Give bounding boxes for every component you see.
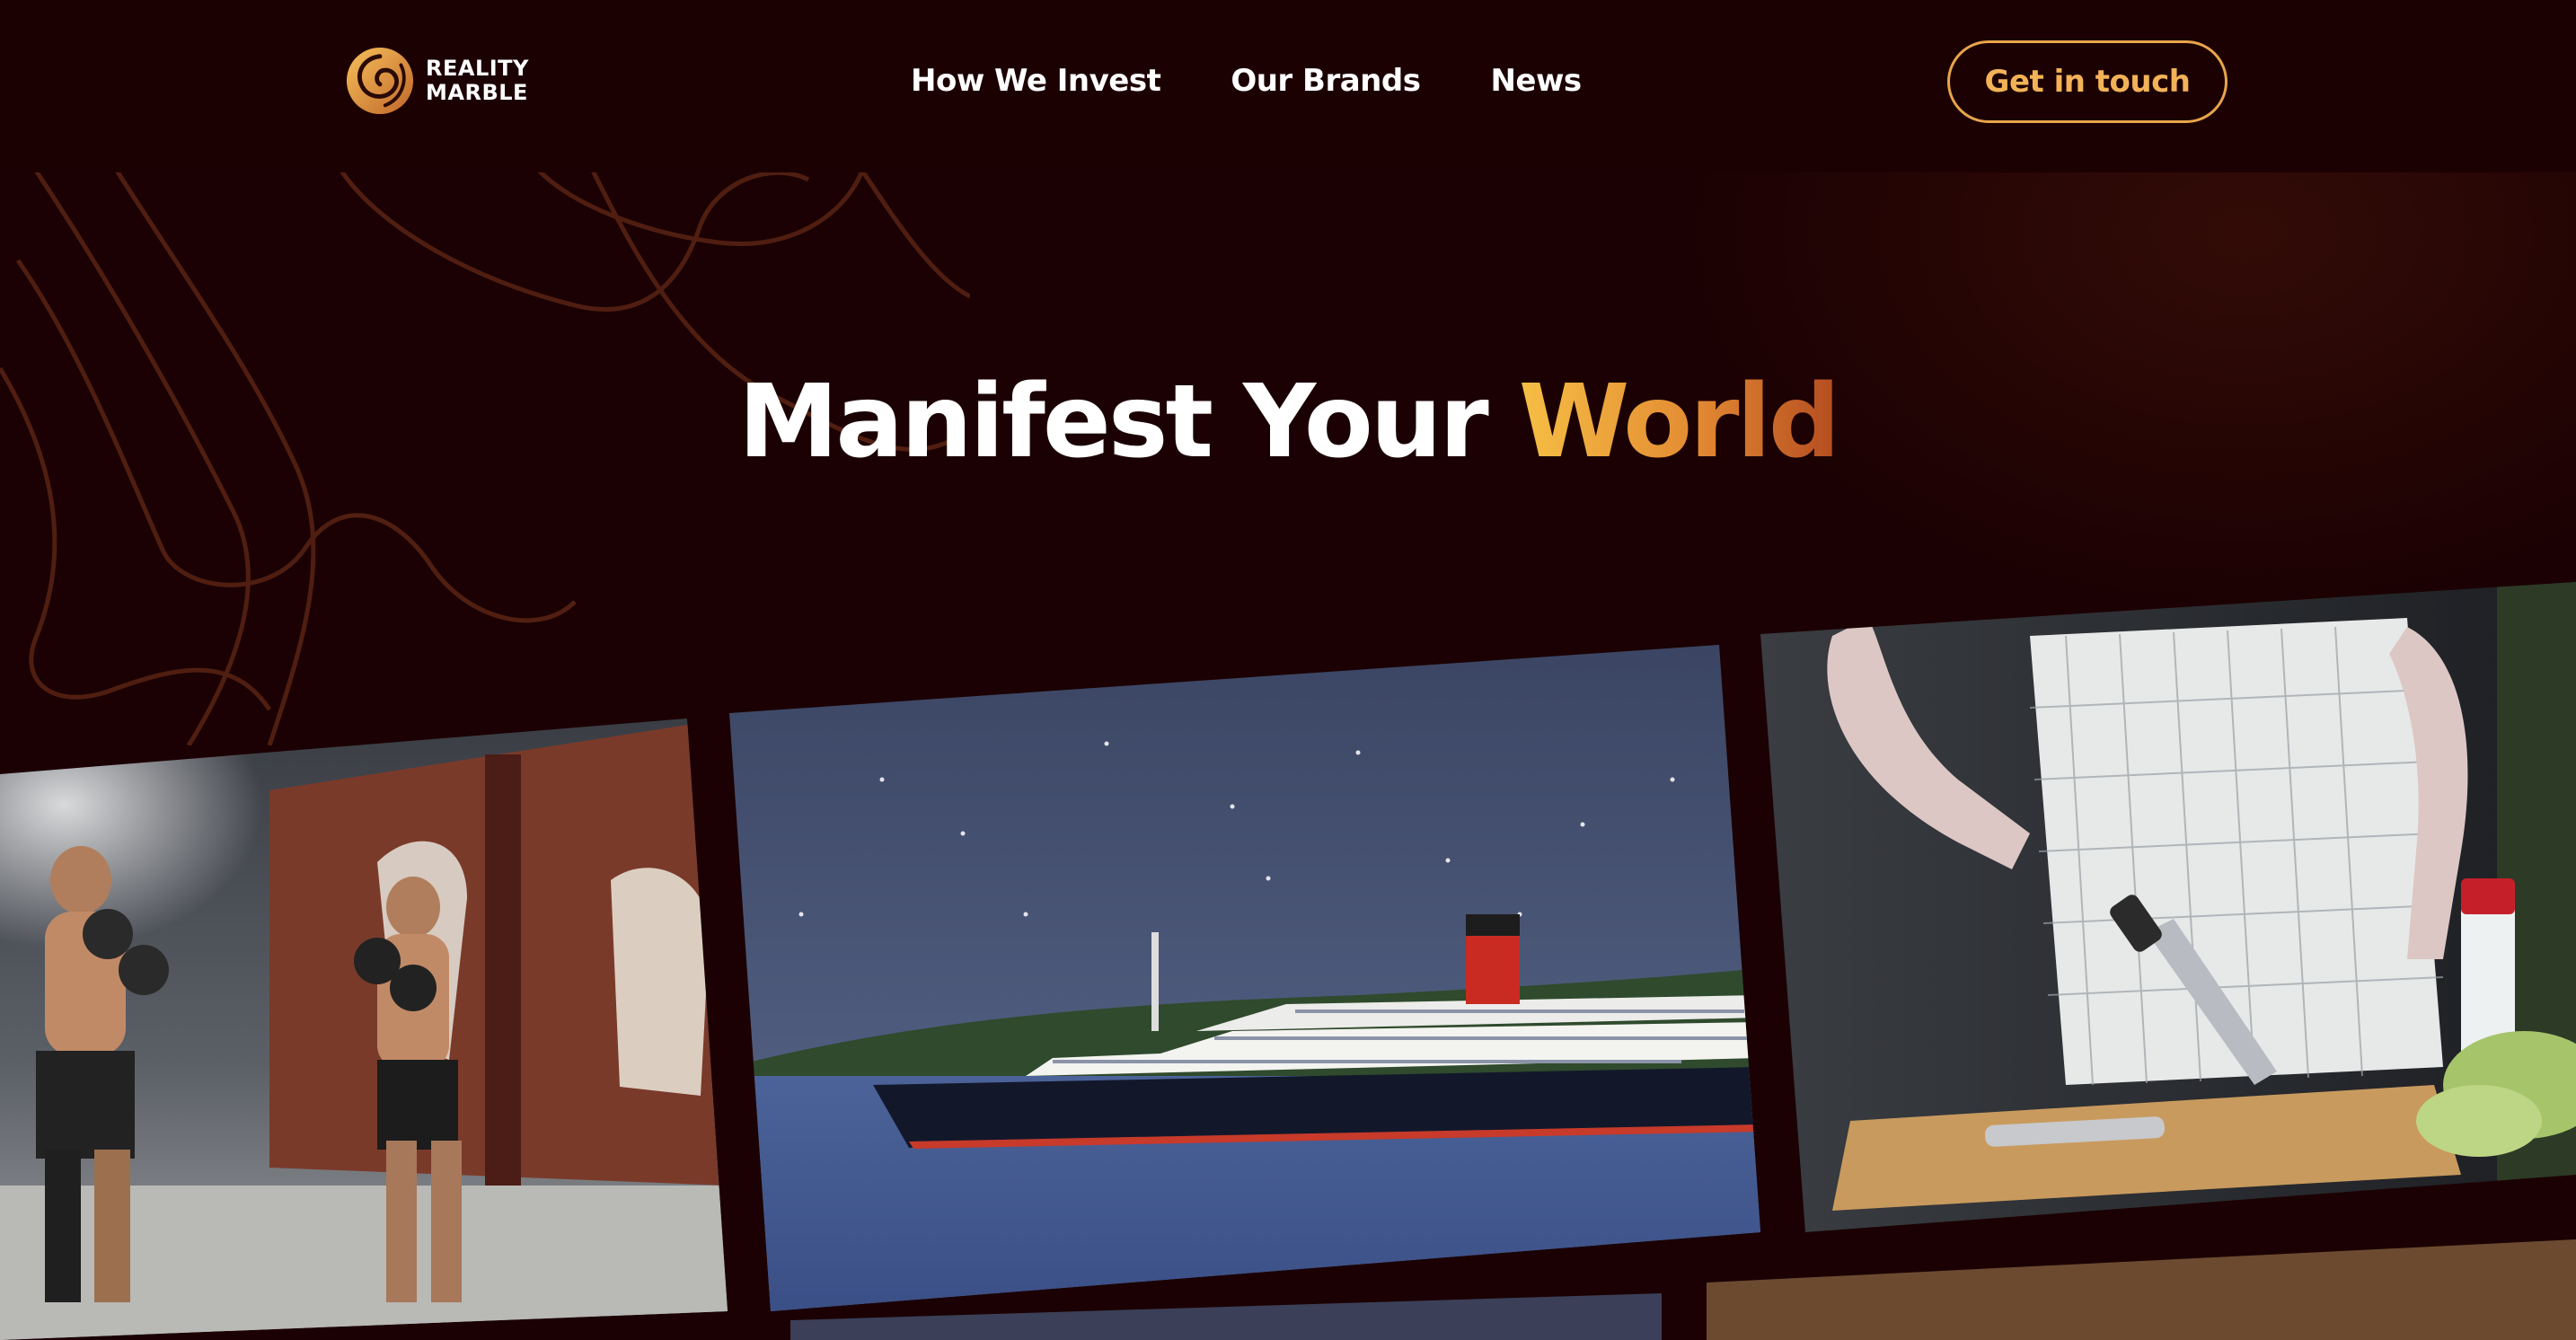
hero-title: Manifest Your World bbox=[0, 359, 2576, 485]
swirl-logo-icon bbox=[346, 47, 414, 115]
bottom-tile-left[interactable] bbox=[790, 1293, 1662, 1340]
nav-how-we-invest[interactable]: How We Invest bbox=[911, 57, 1161, 104]
site-header: REALITY MARBLE How We Invest Our Brands … bbox=[0, 0, 2576, 172]
page: REALITY MARBLE How We Invest Our Brands … bbox=[0, 0, 2576, 1340]
cooking-chopping-photo[interactable] bbox=[1760, 582, 2576, 1232]
media-grid bbox=[0, 0, 2576, 1340]
logo-line-1: REALITY bbox=[426, 56, 529, 81]
nav-our-brands[interactable]: Our Brands bbox=[1231, 57, 1421, 104]
main-nav: How We Invest Our Brands News bbox=[911, 57, 1582, 104]
cruise-ship-illustration[interactable] bbox=[729, 645, 1760, 1311]
logo[interactable]: REALITY MARBLE bbox=[345, 45, 529, 117]
hero-title-accent: World bbox=[1518, 364, 1840, 480]
hero-title-main: Manifest Your bbox=[737, 364, 1519, 480]
get-in-touch-button[interactable]: Get in touch bbox=[1947, 40, 2228, 123]
nav-news[interactable]: News bbox=[1490, 57, 1582, 104]
logo-line-2: MARBLE bbox=[426, 80, 528, 105]
boxing-training-photo[interactable] bbox=[0, 718, 728, 1340]
logo-wordmark: REALITY MARBLE bbox=[426, 57, 529, 105]
bottom-tile-right[interactable] bbox=[1707, 1239, 2576, 1340]
